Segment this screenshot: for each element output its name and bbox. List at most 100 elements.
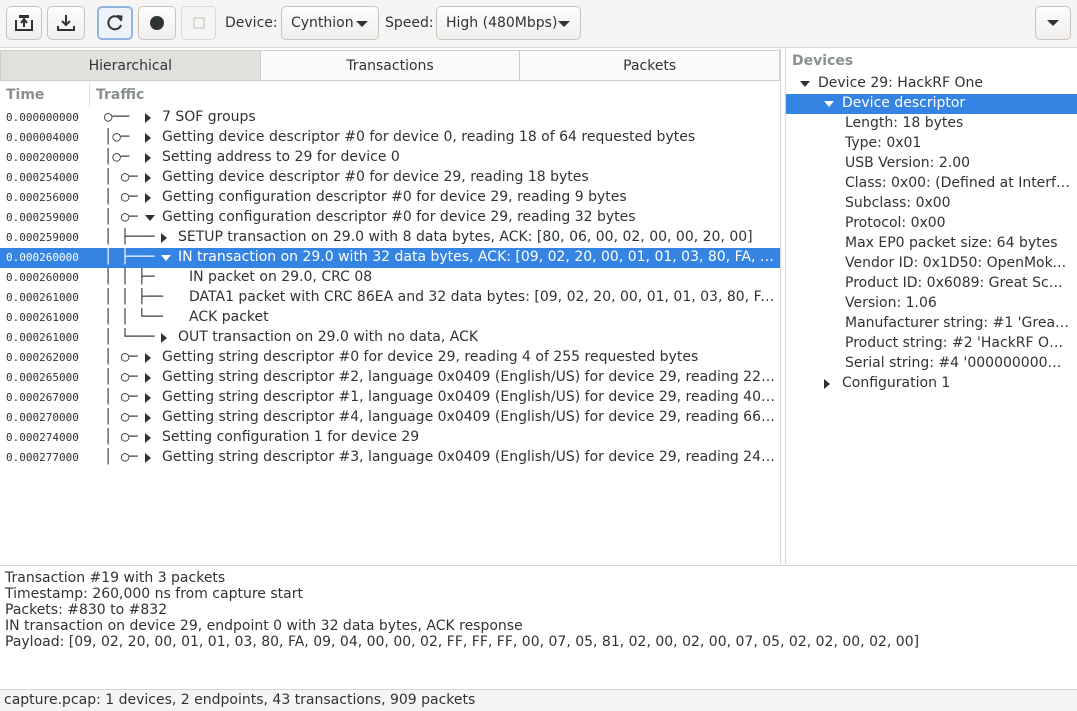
speed-select[interactable]: High (480Mbps)	[436, 6, 581, 40]
row-label: Getting string descriptor #4, language 0…	[162, 409, 776, 425]
expanded-arrow-icon[interactable]	[161, 255, 171, 261]
device-tree-label: Device descriptor	[842, 95, 966, 111]
device-tree-label: Protocol: 0x00	[845, 215, 946, 231]
device-tree-item[interactable]: Vendor ID: 0x1D50: OpenMoko, Inc.	[786, 254, 1077, 274]
save-file-button[interactable]	[47, 6, 85, 40]
collapsed-arrow-icon[interactable]	[145, 113, 151, 123]
detail-line: Packets: #830 to #832	[5, 602, 168, 618]
row-timestamp: 0.000260000	[6, 251, 79, 264]
collapsed-arrow-icon[interactable]	[145, 173, 151, 183]
row-label: Getting string descriptor #2, language 0…	[162, 369, 776, 385]
row-timestamp: 0.000254000	[6, 171, 79, 184]
collapsed-arrow-icon[interactable]	[145, 373, 151, 383]
traffic-row[interactable]: 0.000260000 │ │ ├─ IN packet on 29.0, CRC …	[0, 268, 780, 288]
row-timestamp: 0.000261000	[6, 311, 79, 324]
stop-button[interactable]	[181, 6, 216, 40]
collapsed-arrow-icon[interactable]	[145, 153, 151, 163]
traffic-row[interactable]: 0.000000000 ○── 7 SOF groups	[0, 108, 780, 128]
traffic-row[interactable]: 0.000270000 │ ○─ Getting string descriptor…	[0, 408, 780, 428]
row-timestamp: 0.000277000	[6, 451, 79, 464]
traffic-row[interactable]: 0.000254000 │ ○─ Getting device descriptor…	[0, 168, 780, 188]
speed-label: Speed:	[385, 15, 434, 31]
devices-header: Devices	[792, 53, 854, 69]
traffic-column-header[interactable]: Traffic	[90, 83, 780, 107]
traffic-row[interactable]: 0.000262000 │ ○─ Getting string descriptor…	[0, 348, 780, 368]
main-menu-button[interactable]	[1035, 6, 1071, 40]
record-icon	[150, 16, 164, 30]
open-file-button[interactable]	[6, 6, 42, 40]
device-tree-item[interactable]: Length: 18 bytes	[786, 114, 1077, 134]
device-tree-item[interactable]: USB Version: 2.00	[786, 154, 1077, 174]
row-label: Getting configuration descriptor #0 for …	[162, 209, 636, 225]
collapsed-arrow-icon[interactable]	[145, 353, 151, 363]
tree-connector: │ │ ├─	[104, 269, 155, 285]
row-timestamp: 0.000265000	[6, 371, 79, 384]
device-tree-item[interactable]: Product string: #2 'HackRF One'	[786, 334, 1077, 354]
device-tree-item[interactable]: Configuration 1	[786, 374, 1077, 394]
tab-hierarchical[interactable]: Hierarchical	[0, 50, 261, 81]
traffic-row[interactable]: 0.000265000 │ ○─ Getting string descriptor…	[0, 368, 780, 388]
row-label: Getting configuration descriptor #0 for …	[162, 189, 627, 205]
reload-button[interactable]	[97, 6, 133, 40]
row-label: ACK packet	[189, 309, 269, 325]
device-tree-item[interactable]: Device descriptor	[786, 94, 1077, 114]
device-tree-item[interactable]: Protocol: 0x00	[786, 214, 1077, 234]
record-button[interactable]	[138, 6, 176, 40]
detail-line: IN transaction on device 29, endpoint 0 …	[5, 618, 523, 634]
traffic-row[interactable]: 0.000260000 │ ├─── IN transaction on 29.0 …	[0, 248, 780, 268]
collapsed-arrow-icon[interactable]	[145, 193, 151, 203]
row-timestamp: 0.000267000	[6, 391, 79, 404]
expanded-arrow-icon[interactable]	[800, 81, 810, 87]
tree-connector: │ ○─	[104, 429, 138, 445]
device-tree-item[interactable]: Type: 0x01	[786, 134, 1077, 154]
row-label: Getting string descriptor #3, language 0…	[162, 449, 776, 465]
tree-connector: │ ├───	[104, 249, 155, 265]
device-tree-label: Serial string: #4 '0000000000000000'	[845, 355, 1070, 371]
collapsed-arrow-icon[interactable]	[145, 133, 151, 143]
traffic-row[interactable]: 0.000267000 │ ○─ Getting string descriptor…	[0, 388, 780, 408]
collapsed-arrow-icon[interactable]	[824, 379, 830, 389]
tree-connector: │ ○─	[104, 169, 138, 185]
traffic-row[interactable]: 0.000256000 │ ○─ Getting configuration des…	[0, 188, 780, 208]
device-tree-item[interactable]: Class: 0x00: (Defined at Interface level…	[786, 174, 1077, 194]
traffic-row[interactable]: 0.000259000 │ ├─── SETUP transaction on 29…	[0, 228, 780, 248]
devices-pane: Devices Device 29: HackRF One Device desc…	[785, 48, 1077, 564]
device-tree-item[interactable]: Serial string: #4 '0000000000000000'	[786, 354, 1077, 374]
traffic-row[interactable]: 0.000200000 │○─ Setting address to 29 for …	[0, 148, 780, 168]
device-tree-item[interactable]: Product ID: 0x6089: Great Scott Gadgets …	[786, 274, 1077, 294]
row-timestamp: 0.000259000	[6, 231, 79, 244]
tab-packets[interactable]: Packets	[520, 50, 781, 81]
collapsed-arrow-icon[interactable]	[145, 433, 151, 443]
tab-transactions[interactable]: Transactions	[260, 50, 521, 81]
time-column-header[interactable]: Time	[0, 83, 90, 107]
speed-select-value: High (480Mbps)	[446, 15, 558, 31]
traffic-row[interactable]: 0.000261000 │ └─── OUT transaction on 29.0…	[0, 328, 780, 348]
traffic-row[interactable]: 0.000004000 │○─ Getting device descriptor …	[0, 128, 780, 148]
traffic-row[interactable]: 0.000261000 │ │ └── ACK packet	[0, 308, 780, 328]
collapsed-arrow-icon[interactable]	[161, 233, 167, 243]
device-tree-item[interactable]: Max EP0 packet size: 64 bytes	[786, 234, 1077, 254]
expanded-arrow-icon[interactable]	[145, 215, 155, 221]
collapsed-arrow-icon[interactable]	[145, 413, 151, 423]
device-select[interactable]: Cynthion	[281, 6, 379, 40]
row-timestamp: 0.000200000	[6, 151, 79, 164]
collapsed-arrow-icon[interactable]	[145, 453, 151, 463]
row-timestamp: 0.000270000	[6, 411, 79, 424]
traffic-row[interactable]: 0.000261000 │ │ ├── DATA1 packet with CRC …	[0, 288, 780, 308]
expanded-arrow-icon[interactable]	[824, 101, 834, 107]
collapsed-arrow-icon[interactable]	[161, 333, 167, 343]
device-select-value: Cynthion	[291, 15, 354, 31]
chevron-down-icon	[558, 21, 570, 27]
download-icon	[57, 15, 75, 31]
tree-connector: │ ├───	[104, 229, 155, 245]
row-timestamp: 0.000000000	[6, 111, 79, 124]
row-timestamp: 0.000274000	[6, 431, 79, 444]
device-tree-item[interactable]: Subclass: 0x00	[786, 194, 1077, 214]
traffic-row[interactable]: 0.000259000 │ ○─ Getting configuration des…	[0, 208, 780, 228]
traffic-row[interactable]: 0.000277000 │ ○─ Getting string descriptor…	[0, 448, 780, 468]
device-tree-item[interactable]: Version: 1.06	[786, 294, 1077, 314]
device-tree-item[interactable]: Device 29: HackRF One	[786, 74, 1077, 94]
device-tree-item[interactable]: Manufacturer string: #1 'Great Scott Gad…	[786, 314, 1077, 334]
traffic-row[interactable]: 0.000274000 │ ○─ Setting configuration 1 f…	[0, 428, 780, 448]
collapsed-arrow-icon[interactable]	[145, 393, 151, 403]
